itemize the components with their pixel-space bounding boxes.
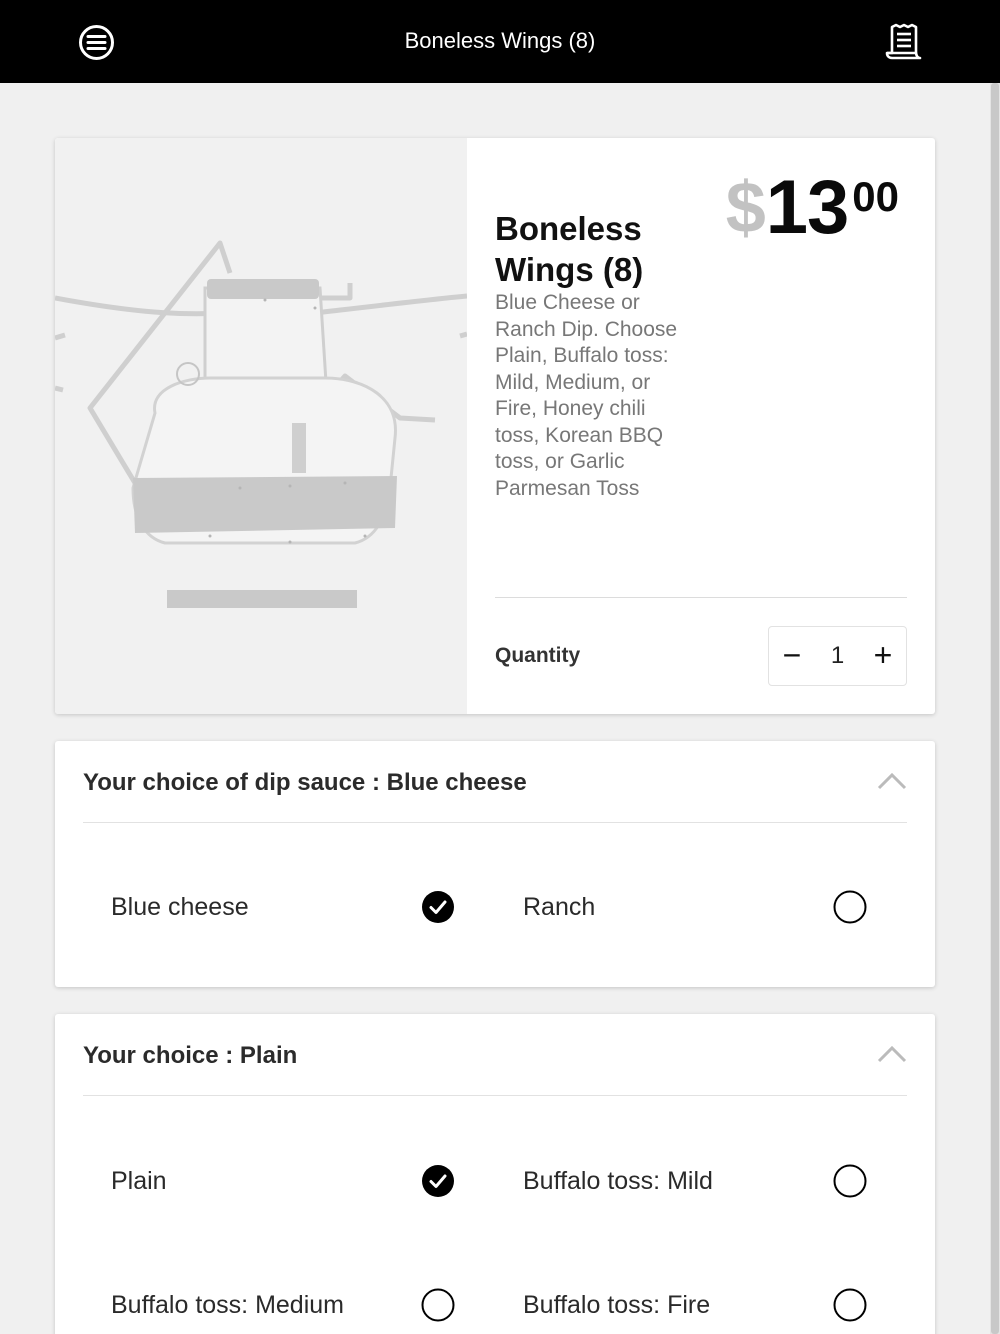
option-buffalo-fire[interactable]: Buffalo toss: Fire: [523, 1285, 869, 1325]
option-blue-cheese[interactable]: Blue cheese: [111, 887, 457, 927]
option-label: Buffalo toss: Medium: [111, 1291, 344, 1319]
product-illustration: [55, 240, 467, 608]
page-scrollbar[interactable]: [990, 83, 1000, 1334]
product-price: $1300: [726, 158, 899, 258]
order-receipt-button[interactable]: [884, 22, 924, 62]
your-choice-header[interactable]: Your choice : Plain: [83, 1014, 907, 1096]
price-dollars: 13: [765, 165, 850, 250]
chevron-up-icon[interactable]: [877, 771, 907, 791]
your-choice-section: Your choice : Plain Plain Buffalo toss: …: [55, 1014, 935, 1334]
product-name: Boneless Wings (8): [495, 210, 644, 288]
decrement-button[interactable]: −: [769, 627, 815, 685]
option-plain[interactable]: Plain: [111, 1161, 457, 1201]
radio-unchecked-icon[interactable]: [833, 1288, 867, 1322]
radio-checked-icon[interactable]: [421, 1164, 455, 1198]
option-label: Buffalo toss: Fire: [523, 1291, 711, 1319]
radio-unchecked-icon[interactable]: [833, 1164, 867, 1198]
option-buffalo-mild[interactable]: Buffalo toss: Mild: [523, 1161, 869, 1201]
quantity-stepper: − 1 +: [768, 626, 907, 686]
dip-sauce-section: Your choice of dip sauce : Blue cheese B…: [55, 741, 935, 987]
increment-button[interactable]: +: [860, 627, 906, 685]
receipt-icon: [885, 23, 922, 60]
option-label: Plain: [111, 1167, 167, 1195]
divider: [495, 597, 907, 598]
option-label: Blue cheese: [111, 893, 249, 921]
option-buffalo-medium[interactable]: Buffalo toss: Medium: [111, 1285, 457, 1325]
dip-sauce-header[interactable]: Your choice of dip sauce : Blue cheese: [83, 741, 907, 823]
quantity-value: 1: [830, 642, 845, 669]
chevron-up-icon[interactable]: [877, 1044, 907, 1064]
your-choice-title: Your choice : Plain: [83, 1042, 298, 1069]
product-description: Blue Cheese or Ranch Dip. Choose Plain, …: [495, 291, 678, 500]
price-currency: $: [725, 168, 766, 248]
option-label: Ranch: [523, 893, 596, 921]
option-label: Buffalo toss: Mild: [523, 1167, 713, 1195]
top-bar: Boneless Wings (8): [0, 0, 1000, 83]
quantity-label: Quantity: [495, 644, 581, 667]
price-cents: 00: [852, 173, 899, 220]
page-title: Boneless Wings (8): [404, 28, 596, 53]
radio-checked-icon[interactable]: [421, 890, 455, 924]
scrollbar-thumb[interactable]: [991, 83, 999, 1334]
radio-unchecked-icon[interactable]: [833, 890, 867, 924]
product-card: Boneless Wings (8) Blue Cheese or Ranch …: [55, 138, 935, 714]
dip-sauce-title: Your choice of dip sauce : Blue cheese: [83, 769, 527, 796]
product-image: [55, 138, 467, 714]
radio-unchecked-icon[interactable]: [421, 1288, 455, 1322]
option-ranch[interactable]: Ranch: [523, 887, 869, 927]
